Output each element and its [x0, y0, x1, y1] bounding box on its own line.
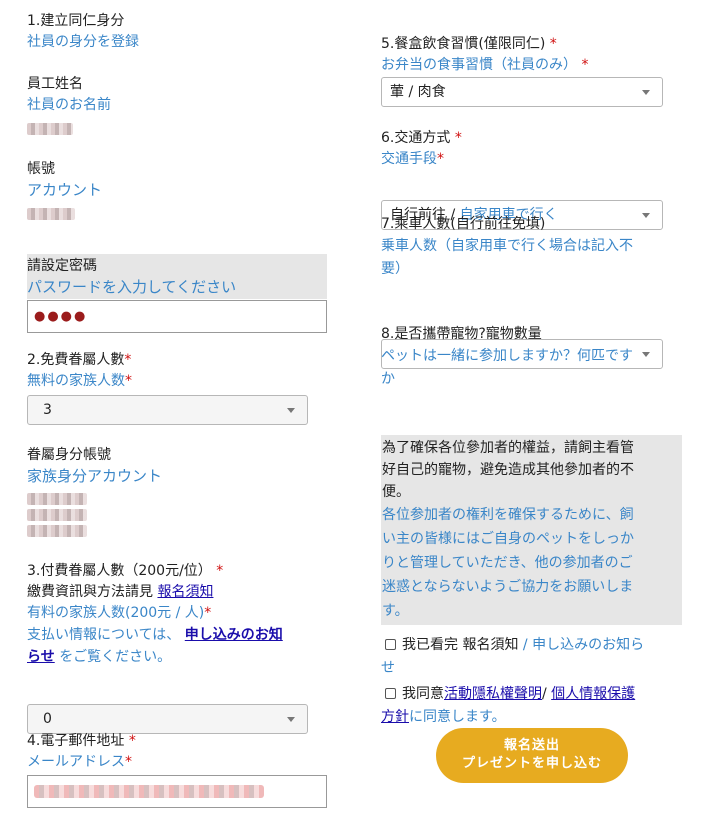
- pet-notice-zh-1: 為了確保各位參加者的權益，請飼主看管: [382, 440, 634, 456]
- passengers-label-zh: 7.乘車人數(自行前往免填): [381, 216, 546, 232]
- privacy-policy-link-jp-2[interactable]: 方針: [381, 709, 409, 725]
- pets-label-zh: 8.是否攜帶寵物?寵物數量: [381, 326, 542, 342]
- account-label-jp: アカウント: [27, 181, 103, 199]
- pet-notice-zh-3: 便。: [382, 484, 410, 500]
- paid-family-pay-info-zh: 繳費資訊與方法請見 報名須知: [27, 584, 214, 600]
- privacy-policy-link-jp[interactable]: 個人情報保護: [551, 686, 635, 702]
- family-account-value-redacted-1: [27, 493, 87, 505]
- pet-notice-jp-2: い主の皆様にはご自身のペットをしっか: [382, 531, 634, 547]
- chevron-down-icon: [287, 408, 295, 413]
- employee-name-section: 員工姓名 社員のお名前: [27, 74, 111, 135]
- agree-notice-label-wrap: せ: [381, 660, 395, 676]
- password-label-zh: 請設定密碼: [27, 258, 97, 274]
- pet-notice-jp-5: す。: [382, 603, 409, 619]
- paid-family-selected-value: 0: [43, 711, 52, 727]
- employee-name-label-zh: 員工姓名: [27, 76, 83, 92]
- account-value-redacted: [27, 208, 75, 220]
- right-column: 5.餐盒飲食習慣(僅限同仁) * お弁当の食事習慣（社員のみ） * 葷 / 肉食…: [381, 0, 682, 783]
- paid-family-label-zh: 3.付費眷屬人數（200元/位） *: [27, 563, 224, 579]
- agree-privacy-row: 我同意活動隱私權聲明/ 個人情報保護 方針に同意します。: [381, 683, 682, 729]
- password-masked-value: ●●●●: [34, 309, 88, 324]
- transport-section: 6.交通方式 * 交通手段*: [381, 128, 462, 170]
- free-family-section: 2.免費眷屬人數* 無料の家族人数*: [27, 350, 132, 392]
- chevron-down-icon: [642, 90, 650, 95]
- pets-label-jp: ペットは一緒に参加しますか？何匹ですか: [381, 348, 633, 387]
- privacy-statement-link-zh[interactable]: 活動隱私權聲明: [444, 686, 542, 702]
- pets-section: 8.是否攜帶寵物?寵物數量 ペットは一緒に参加しますか？何匹ですか: [381, 324, 682, 391]
- register-title-jp: 社員の身分を登録: [27, 34, 139, 50]
- left-column: 1.建立同仁身分 社員の身分を登録 員工姓名 社員のお名前 帳號 アカウント 請…: [27, 0, 327, 808]
- meal-label-jp: お弁当の食事習慣（社員のみ） *: [381, 57, 589, 73]
- email-label-jp: メールアドレス*: [27, 754, 132, 770]
- transport-label-jp: 交通手段*: [381, 151, 444, 167]
- employee-name-label-jp: 社員のお名前: [27, 97, 111, 113]
- email-section: 4.電子郵件地址 * メールアドレス*: [27, 731, 136, 773]
- agree-privacy-suffix: に同意します。: [409, 709, 506, 725]
- paid-family-label-jp: 有料の家族人数(200元 / 人)*: [27, 605, 212, 621]
- employee-name-value-redacted: [27, 123, 73, 135]
- submit-button[interactable]: 報名送出 プレゼントを申し込む: [436, 728, 628, 783]
- meal-section: 5.餐盒飲食習慣(僅限同仁) * お弁当の食事習慣（社員のみ） *: [381, 34, 588, 76]
- agree-privacy-prefix: 我同意: [402, 686, 444, 702]
- password-label-block: 請設定密碼 パスワードを入力してください: [27, 254, 327, 299]
- register-section: 1.建立同仁身分 社員の身分を登録: [27, 11, 139, 53]
- free-family-select[interactable]: 3: [27, 395, 308, 425]
- pet-notice: 為了確保各位參加者的權益，請飼主看管 好自己的寵物，避免造成其他參加者的不 便。…: [381, 435, 682, 625]
- family-account-section: 眷屬身分帳號 家族身分アカウント: [27, 445, 162, 537]
- transport-label-zh: 6.交通方式 *: [381, 130, 462, 146]
- passengers-label-jp: 乗車人数（自家用車で行く場合は記入不 要）: [381, 238, 633, 277]
- agree-notice-checkbox[interactable]: [385, 639, 396, 650]
- paid-family-select[interactable]: 0: [27, 704, 308, 734]
- email-label-zh: 4.電子郵件地址 *: [27, 733, 136, 749]
- account-section: 帳號 アカウント: [27, 159, 102, 220]
- agree-notice-row: 我已看完 報名須知 / 申し込みのお知ら せ: [381, 634, 682, 680]
- meal-label-zh: 5.餐盒飲食習慣(僅限同仁) *: [381, 36, 557, 52]
- free-family-label-jp: 無料の家族人数*: [27, 373, 132, 389]
- email-input[interactable]: [27, 775, 327, 808]
- agree-notice-label: 我已看完 報名須知 / 申し込みのお知ら: [402, 637, 645, 653]
- password-input[interactable]: ●●●●: [27, 300, 327, 333]
- free-family-selected-value: 3: [43, 402, 52, 418]
- family-account-value-redacted-2: [27, 509, 87, 521]
- pet-notice-jp-3: りと管理していただき、他の参加者のご: [382, 555, 633, 571]
- meal-selected-value: 葷 / 肉食: [390, 84, 446, 100]
- register-title-zh: 1.建立同仁身分: [27, 13, 125, 29]
- pet-notice-jp-1: 各位参加者の権利を確保するために、飼: [382, 507, 634, 523]
- pet-notice-zh-2: 好自己的寵物，避免造成其他參加者的不: [382, 462, 634, 478]
- chevron-down-icon: [287, 717, 295, 722]
- password-label-jp: パスワードを入力してください: [27, 278, 237, 296]
- agree-privacy-checkbox[interactable]: [385, 688, 396, 699]
- free-family-label-zh: 2.免費眷屬人數*: [27, 352, 132, 368]
- family-account-label-zh: 眷屬身分帳號: [27, 447, 111, 463]
- family-account-value-redacted-3: [27, 525, 87, 537]
- agree-privacy-sep: /: [542, 686, 552, 702]
- paid-family-pay-info-jp: 支払い情報については、 申し込みのお知 らせ をご覧ください。: [27, 627, 283, 665]
- meal-select[interactable]: 葷 / 肉食: [381, 77, 663, 107]
- email-value-redacted: [34, 785, 264, 798]
- submit-label-zh: 報名送出: [503, 738, 560, 753]
- registration-notice-link[interactable]: 報名須知: [157, 584, 213, 600]
- pet-notice-jp-4: 迷惑とならないようご協力をお願いしま: [382, 579, 634, 595]
- family-account-label-jp: 家族身分アカウント: [27, 467, 163, 485]
- submit-label-jp: プレゼントを申し込む: [461, 756, 602, 771]
- agree-privacy-wrap: 方針に同意します。: [381, 706, 682, 729]
- paid-family-section: 3.付費眷屬人數（200元/位） * 繳費資訊與方法請見 報名須知 有料の家族人…: [27, 561, 327, 668]
- passengers-section: 7.乘車人數(自行前往免填) 乗車人数（自家用車で行く場合は記入不 要）: [381, 214, 682, 281]
- account-label-zh: 帳號: [27, 161, 55, 177]
